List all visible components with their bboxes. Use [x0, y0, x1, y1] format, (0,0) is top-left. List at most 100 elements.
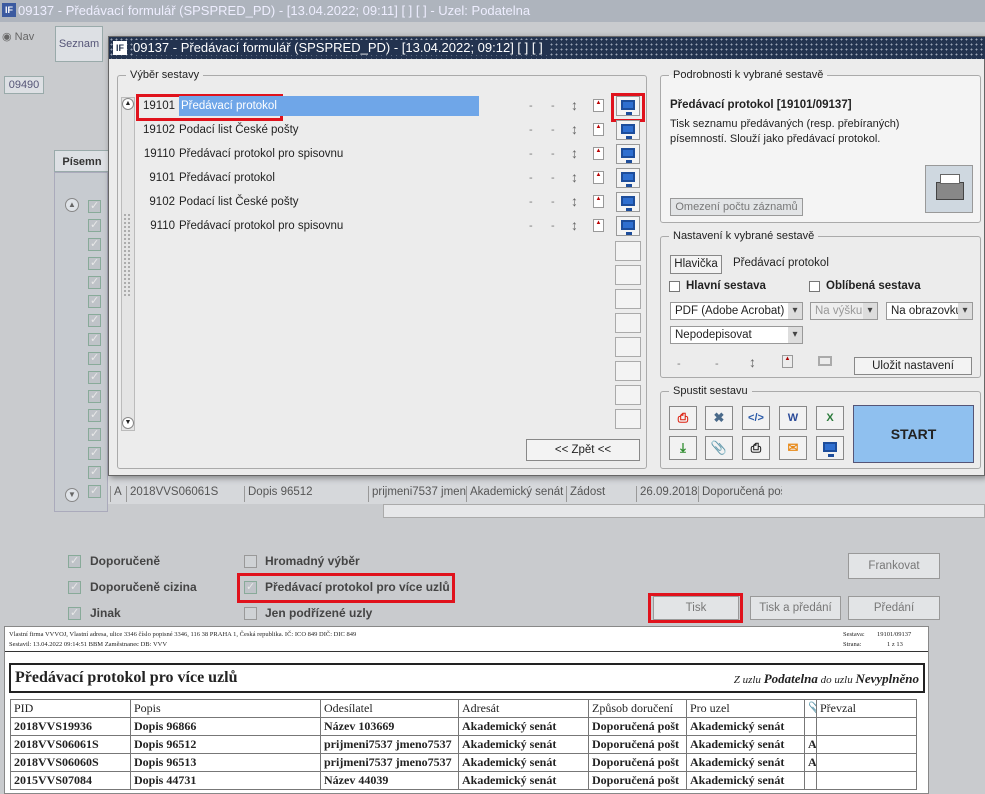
nav-radio[interactable]: ◉ Nav	[2, 30, 34, 43]
bg-row-checkbox[interactable]	[88, 389, 101, 403]
run-excel-icon[interactable]: X	[816, 406, 844, 430]
screen-icon[interactable]	[616, 192, 640, 212]
empty-slot-button[interactable]	[615, 241, 641, 261]
start-button[interactable]: START	[853, 405, 974, 463]
empty-slot-button[interactable]	[615, 409, 641, 429]
setting-dash-1: -	[677, 358, 681, 370]
predani-button[interactable]: Předání	[848, 596, 940, 620]
hromadny-checkbox[interactable]	[244, 555, 257, 568]
sort-icon[interactable]: ↕	[571, 121, 578, 137]
empty-slot-button[interactable]	[615, 361, 641, 381]
pdf-icon[interactable]: ▲	[593, 147, 604, 160]
screen-icon[interactable]	[616, 144, 640, 164]
report-row-9102[interactable]: 9102 Podací list České pošty	[139, 192, 479, 214]
screen-icon[interactable]	[616, 216, 640, 236]
seznam-button[interactable]: Seznam	[55, 26, 103, 62]
format-select[interactable]: PDF (Adobe Acrobat)	[670, 302, 803, 320]
frankovat-button[interactable]: Frankovat	[848, 553, 940, 579]
screen-icon[interactable]	[616, 96, 640, 116]
report-row-19102[interactable]: 19102 Podací list České pošty	[139, 120, 479, 142]
run-attach-icon[interactable]: 📎	[705, 436, 733, 460]
report-cell	[804, 771, 817, 790]
tisk-predani-button[interactable]: Tisk a předání	[750, 596, 841, 620]
report-row-19110[interactable]: 19110 Předávací protokol pro spisovnu	[139, 144, 479, 166]
bg-row-checkbox[interactable]	[88, 294, 101, 308]
doporucene-cizina-checkbox[interactable]	[68, 580, 81, 594]
report-column-header: Pro uzel	[686, 699, 805, 718]
sort-icon[interactable]: ↕	[571, 217, 578, 233]
pdf-icon[interactable]: ▲	[593, 171, 604, 184]
doporucene-checkbox[interactable]	[68, 554, 81, 568]
bg-row-checkbox[interactable]	[88, 446, 101, 460]
bg-row-checkbox[interactable]	[88, 332, 101, 346]
empty-slot-button[interactable]	[615, 289, 641, 309]
report-row-9101[interactable]: 9101 Předávací protokol	[139, 168, 479, 190]
pdf-icon[interactable]: ▲	[593, 99, 604, 112]
bg-row-checkbox[interactable]	[88, 313, 101, 327]
jinak-checkbox[interactable]	[68, 606, 81, 620]
run-word-icon[interactable]: W	[779, 406, 807, 430]
bg-table-cell: Doporučená poš	[698, 486, 782, 502]
output-select[interactable]: Na obrazovku	[886, 302, 973, 320]
list-scroll-down-icon[interactable]: ▼	[122, 417, 134, 429]
oblibena-sestava-checkbox[interactable]	[809, 281, 820, 292]
pdf-icon[interactable]: ▲	[593, 195, 604, 208]
bg-row-checkbox[interactable]	[88, 237, 101, 251]
bg-row-checkbox[interactable]	[88, 218, 101, 232]
empty-slot-button[interactable]	[615, 265, 641, 285]
bg-row-checkbox[interactable]	[88, 275, 101, 289]
run-screen-icon[interactable]	[816, 436, 844, 460]
bg-row-checkbox[interactable]	[88, 370, 101, 384]
empty-slot-button[interactable]	[615, 385, 641, 405]
run-email-icon[interactable]: ✉	[779, 436, 807, 460]
report-row-19101[interactable]: 19101 Předávací protokol	[139, 96, 479, 118]
screen-icon[interactable]	[616, 168, 640, 188]
setting-sort-icon[interactable]: ↕	[749, 354, 756, 370]
report-code: 9110	[150, 220, 175, 232]
list-scroll-up-icon[interactable]: ▲	[122, 98, 134, 110]
signing-select[interactable]: Nepodepisovat	[670, 326, 803, 344]
bg-scroll-up-icon[interactable]: ▲	[65, 198, 79, 212]
sort-icon[interactable]: ↕	[571, 193, 578, 209]
bg-row-checkbox[interactable]	[88, 427, 101, 441]
screen-icon[interactable]	[616, 120, 640, 140]
nastaveni-legend: Nastavení k vybrané sestavě	[673, 230, 815, 242]
run-pdf-icon[interactable]: ⎙	[669, 406, 697, 430]
pdf-icon[interactable]: ▲	[593, 123, 604, 136]
printer-settings-icon[interactable]	[925, 165, 973, 213]
report-code: 19101	[143, 100, 175, 112]
ulozit-button[interactable]: Uložit nastavení	[854, 357, 972, 375]
empty-slot-button[interactable]	[615, 313, 641, 333]
run-xml-icon[interactable]: ✖	[705, 406, 733, 430]
bg-row-checkbox[interactable]	[88, 408, 101, 422]
tab-pisemnosti[interactable]: Písemn	[54, 150, 110, 172]
bg-horizontal-scrollbar[interactable]	[383, 504, 985, 518]
sort-icon[interactable]: ↕	[571, 169, 578, 185]
setting-monitor-icon[interactable]	[818, 356, 832, 366]
hlavni-sestava-checkbox[interactable]	[669, 281, 680, 292]
bg-scroll-down-icon[interactable]: ▼	[65, 488, 79, 502]
report-dash: -	[529, 100, 533, 112]
empty-slot-button[interactable]	[615, 337, 641, 357]
bg-row-checkbox[interactable]	[88, 484, 101, 498]
bg-row-checkbox[interactable]	[88, 351, 101, 365]
sort-icon[interactable]: ↕	[571, 145, 578, 161]
bg-row-checkbox[interactable]	[88, 465, 101, 479]
run-print-icon[interactable]: ⎙	[742, 436, 770, 460]
hlavni-sestava-label: Hlavní sestava	[686, 280, 766, 292]
pdf-icon[interactable]: ▲	[593, 219, 604, 232]
bg-row-checkbox[interactable]	[88, 199, 101, 213]
run-html-icon[interactable]: </>	[742, 406, 770, 430]
omezeni-button[interactable]: Omezení počtu záznamů	[670, 198, 803, 216]
sort-icon[interactable]: ↕	[571, 97, 578, 113]
bg-table-row[interactable]: A 2018VVS06061S Dopis 96512 prijmeni7537 jm…	[110, 486, 782, 502]
orientation-select[interactable]: Na výšku	[810, 302, 878, 320]
setting-pdf-icon[interactable]: ▲	[782, 355, 793, 368]
run-download-icon[interactable]: ⤓	[669, 436, 697, 460]
bg-row-checkbox[interactable]	[88, 256, 101, 270]
jen-podrizene-checkbox[interactable]	[244, 607, 257, 620]
resize-grip[interactable]	[123, 213, 131, 297]
report-row-9110[interactable]: 9110 Předávací protokol pro spisovnu	[139, 216, 479, 238]
hlavicka-button[interactable]: Hlavička	[670, 255, 722, 274]
zpet-button[interactable]: << Zpět <<	[526, 439, 640, 461]
